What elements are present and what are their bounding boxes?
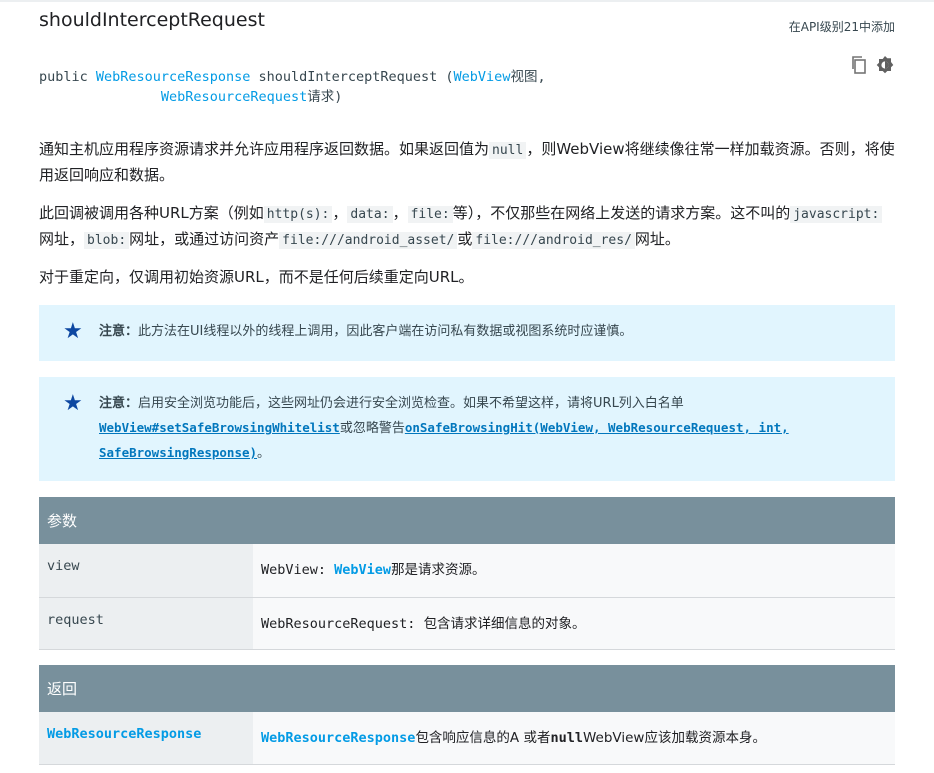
p2-text-b: 等），不仅那些在网络上发送的请求方案。这不叫的 xyxy=(452,204,791,222)
param-type: WebResourceRequest: xyxy=(261,615,424,632)
table-row: view WebView: WebView那是请求资源。 xyxy=(39,544,895,598)
method-title: shouldInterceptRequest xyxy=(39,9,265,31)
note-box-2: ★ 注意：启用安全浏览功能后，这些网址仍会进行安全浏览检查。如果不希望这样，请将… xyxy=(39,377,895,481)
top-border xyxy=(0,0,934,2)
note2-text-c: 。 xyxy=(257,446,271,461)
dark-theme-icon[interactable] xyxy=(875,55,895,75)
safe-browsing-whitelist-link[interactable]: WebView#setSafeBrowsingWhitelist xyxy=(99,420,340,435)
note1-text: 此方法在UI线程以外的线程上调用，因此客户端在访问私有数据或视图系统时应谨慎。 xyxy=(138,324,633,339)
return-desc-text-a: 包含响应信息的A 或者 xyxy=(415,730,551,746)
p1-text-a: 通知主机应用程序资源请求并允许应用程序返回数据。如果返回值为 xyxy=(39,140,490,158)
returns-header: 返回 xyxy=(39,665,895,712)
p2-text-d: 网址，或通过访问资产 xyxy=(129,230,280,248)
return-desc-null: null xyxy=(550,730,583,746)
note2-label: 注意： xyxy=(99,396,139,411)
note-box-1: ★ 注意：此方法在UI线程以外的线程上调用，因此客户端在访问私有数据或视图系统时… xyxy=(39,305,895,361)
p2-text-f: 网址。 xyxy=(634,230,680,248)
param-description: WebView: WebView那是请求资源。 xyxy=(253,544,895,598)
param-name: view xyxy=(39,544,253,598)
star-icon: ★ xyxy=(63,319,83,344)
return-desc-link[interactable]: WebResourceResponse xyxy=(261,730,415,746)
parameters-header: 参数 xyxy=(39,497,895,544)
return-description: WebResourceResponse包含响应信息的A 或者nullWebVie… xyxy=(253,712,895,765)
copy-icon[interactable] xyxy=(849,55,869,75)
parameters-table: 参数 view WebView: WebView那是请求资源。 request … xyxy=(39,497,895,650)
description-paragraph-3: 对于重定向，仅调用初始资源URL，而不是任何后续重定向URL。 xyxy=(39,268,474,286)
return-type: WebResourceResponse xyxy=(39,712,253,765)
return-type-link[interactable]: WebResourceResponse xyxy=(47,726,201,742)
p2-code-javascript: javascript: xyxy=(790,206,883,223)
p2-text-e: 或 xyxy=(457,230,473,248)
param-desc-text: 包含请求详细信息的对象。 xyxy=(423,615,586,632)
param1-type-link[interactable]: WebView xyxy=(454,69,511,85)
description-paragraph-1: 通知主机应用程序资源请求并允许应用程序返回数据。如果返回值为 null ，则WebV… xyxy=(39,137,895,187)
table-row: request WebResourceRequest: 包含请求详细信息的对象。 xyxy=(39,597,895,650)
star-icon: ★ xyxy=(63,391,83,416)
p2-code-blob: blob: xyxy=(84,232,130,249)
note2-text-b: 或忽略警告 xyxy=(339,421,405,436)
returns-table: 返回 WebResourceResponse WebResourceRespon… xyxy=(39,665,895,765)
webview-link[interactable]: WebView xyxy=(334,562,391,578)
p2-code-android-res: file:///android_res/ xyxy=(472,232,635,249)
note2-text-a: 启用安全浏览功能后，这些网址仍会进行安全浏览检查。如果不希望这样，请将URL列入… xyxy=(138,396,684,411)
method-signature: public WebResourceResponse shouldInterce… xyxy=(39,67,546,107)
p2-sep-2: ， xyxy=(392,204,408,222)
p2-text-a: 此回调被调用各种URL方案（例如 xyxy=(39,204,264,222)
param-type: WebView: xyxy=(261,562,335,578)
p2-text-c: 网址， xyxy=(39,230,85,248)
note1-label: 注意： xyxy=(99,324,139,339)
sig-indent xyxy=(39,89,161,105)
p2-code-http: http(s): xyxy=(263,206,333,223)
sig-param1-name: 视图, xyxy=(510,69,546,85)
sig-method: shouldInterceptRequest ( xyxy=(250,69,454,85)
description-paragraph-2: 此回调被调用各种URL方案（例如 http(s):， data:， file: 等），不… xyxy=(39,201,895,253)
table-row: WebResourceResponse WebResourceResponse包… xyxy=(39,712,895,765)
param-desc-text: 那是请求资源。 xyxy=(391,562,486,578)
api-level-note: 在API级别21中添加 xyxy=(788,20,895,34)
p2-sep-1: ， xyxy=(332,204,348,222)
sig-param2-name: 请求) xyxy=(307,89,343,105)
sig-prefix: public xyxy=(39,69,96,85)
p2-code-android-asset: file:///android_asset/ xyxy=(279,232,458,249)
code-actions xyxy=(849,55,895,75)
param2-type-link[interactable]: WebResourceRequest xyxy=(161,89,307,105)
p2-code-data: data: xyxy=(347,206,393,223)
param-name: request xyxy=(39,597,253,650)
return-desc-text-b: WebView应该加载资源本身。 xyxy=(582,730,766,746)
p2-code-file: file: xyxy=(407,206,453,223)
p1-code-null: null xyxy=(489,142,527,159)
param-description: WebResourceRequest: 包含请求详细信息的对象。 xyxy=(253,597,895,650)
return-type-link[interactable]: WebResourceResponse xyxy=(96,69,250,85)
